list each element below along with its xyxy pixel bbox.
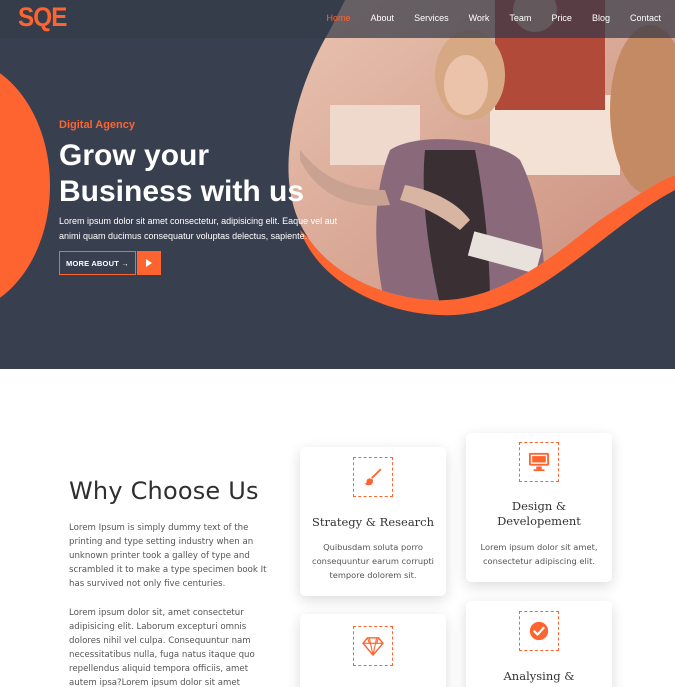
nav-work[interactable]: Work bbox=[469, 13, 490, 23]
check-circle-icon bbox=[529, 621, 549, 641]
hero-eyebrow: Digital Agency bbox=[59, 119, 135, 131]
play-icon bbox=[146, 259, 152, 267]
nav-price[interactable]: Price bbox=[551, 13, 572, 23]
paintbrush-icon bbox=[364, 468, 382, 486]
headline-line-1: Grow your bbox=[59, 139, 210, 172]
card-text: Quibusdam soluta porro consequuntur earu… bbox=[312, 542, 434, 580]
card-text: Lorem ipsum dolor sit amet, consectetur … bbox=[480, 542, 598, 566]
card-title-line-1: Design & bbox=[511, 499, 567, 513]
why-paragraph-2: Lorem ipsum dolor sit, amet consectetur … bbox=[69, 608, 255, 687]
paintbrush-icon-box bbox=[353, 457, 393, 497]
why-paragraph-1: Lorem Ipsum is simply dummy text of the … bbox=[69, 523, 267, 589]
main-nav: Home About Services Work Team Price Blog… bbox=[307, 13, 661, 23]
hero-headline: Grow your Business with us bbox=[59, 138, 319, 210]
nav-team[interactable]: Team bbox=[509, 13, 531, 23]
card-title: Analysing & bbox=[503, 669, 575, 683]
service-card-analysing[interactable]: Analysing & bbox=[466, 601, 612, 687]
hero-lead-text: Lorem ipsum dolor sit amet consectetur, … bbox=[59, 216, 338, 241]
service-card-design[interactable]: Design & Developement Lorem ipsum dolor … bbox=[466, 433, 612, 582]
headline-line-2: Business with us bbox=[59, 175, 305, 208]
diamond-icon bbox=[362, 637, 384, 656]
hero-section: SQE Home About Services Work Team Price … bbox=[0, 0, 675, 369]
brand-logo[interactable]: SQE bbox=[18, 2, 68, 33]
monitor-icon-box bbox=[519, 442, 559, 482]
check-circle-icon-box bbox=[519, 611, 559, 651]
diamond-icon-box bbox=[353, 626, 393, 666]
nav-contact[interactable]: Contact bbox=[630, 13, 661, 23]
top-navbar: SQE Home About Services Work Team Price … bbox=[0, 0, 675, 38]
monitor-icon bbox=[529, 452, 549, 472]
nav-home[interactable]: Home bbox=[327, 13, 351, 23]
card-title: Design & Developement bbox=[466, 499, 612, 529]
card-title-line-2: Developement bbox=[497, 514, 581, 528]
card-title: Strategy & Research bbox=[311, 515, 435, 529]
nav-services[interactable]: Services bbox=[414, 13, 449, 23]
why-choose-title: Why Choose Us bbox=[69, 477, 259, 505]
more-about-button[interactable]: MORE ABOUT → bbox=[59, 251, 136, 275]
nav-blog[interactable]: Blog bbox=[592, 13, 610, 23]
nav-about[interactable]: About bbox=[371, 13, 395, 23]
service-card-diamond[interactable] bbox=[300, 614, 446, 687]
service-card-strategy[interactable]: Strategy & Research Quibusdam soluta por… bbox=[300, 447, 446, 596]
play-video-button[interactable] bbox=[137, 251, 161, 275]
